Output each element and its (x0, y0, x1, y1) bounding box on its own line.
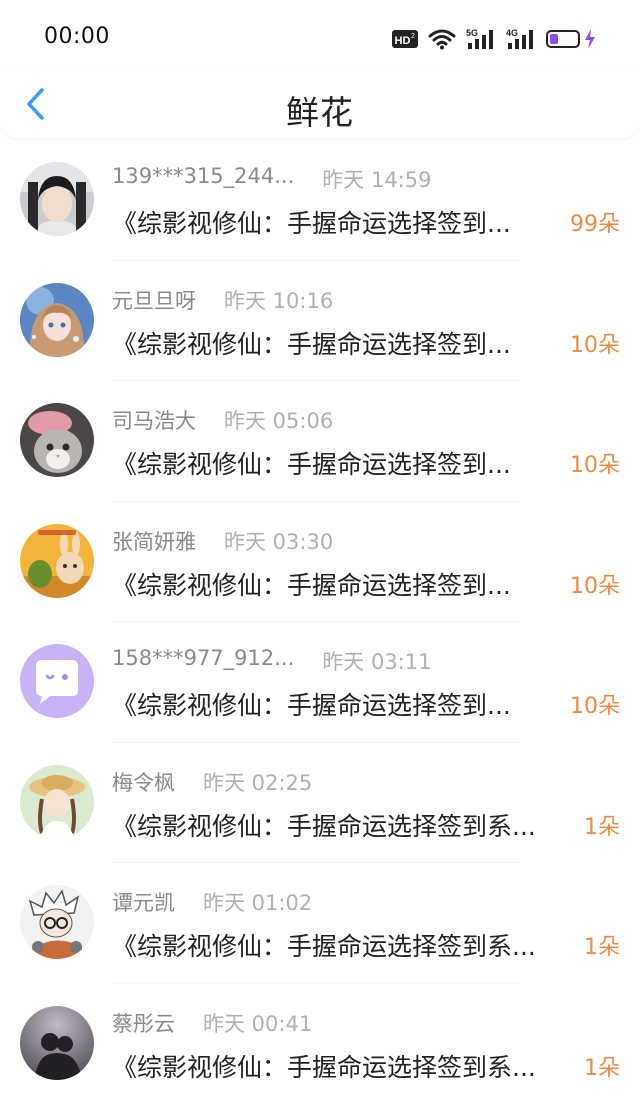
timestamp: 昨天 10:16 (224, 285, 333, 315)
flower-count: 10朵 (570, 447, 620, 479)
gift-description: 《综影视修仙：手握命运选择签到系... (112, 927, 536, 963)
avatar-couple-silhouette[interactable] (20, 1006, 94, 1080)
signal-4g-icon: 4G (506, 27, 536, 51)
avatar-girl-straw-hat[interactable] (20, 765, 94, 839)
svg-text:4G: 4G (506, 28, 518, 38)
svg-text:HD: HD (395, 35, 411, 47)
gift-description: 《综影视修仙：手握命运选择签到... (112, 325, 511, 361)
timestamp: 昨天 05:06 (224, 405, 333, 435)
page-title: 鲜花 (0, 86, 640, 134)
gift-description: 《综影视修仙：手握命运选择签到... (112, 445, 511, 481)
username[interactable]: 张简妍雅 (112, 526, 196, 556)
signal-5g-icon: 5G (466, 27, 496, 51)
timestamp: 昨天 14:59 (322, 164, 431, 194)
timestamp: 昨天 02:25 (203, 767, 312, 797)
timestamp: 昨天 00:41 (203, 1008, 312, 1038)
username[interactable]: 139***315_244... (112, 164, 294, 194)
username[interactable]: 梅令枫 (112, 767, 175, 797)
avatar-cat[interactable] (20, 403, 94, 477)
avatar-anime-girl[interactable] (20, 283, 94, 357)
username[interactable]: 蔡彤云 (112, 1008, 175, 1038)
gift-description: 《综影视修仙：手握命运选择签到... (112, 566, 511, 602)
flower-count: 99朵 (570, 206, 620, 238)
gift-description: 《综影视修仙：手握命运选择签到... (112, 686, 511, 722)
gift-description: 《综影视修仙：手握命运选择签到系... (112, 807, 536, 843)
list-item[interactable]: 158***977_912... 昨天 03:11 《综影视修仙：手握命运选择签… (0, 622, 640, 743)
username[interactable]: 158***977_912... (112, 646, 294, 676)
list-item[interactable]: 司马浩大 昨天 05:06 《综影视修仙：手握命运选择签到... 10朵 (0, 381, 640, 502)
flower-gift-list: 139***315_244... 昨天 14:59 《综影视修仙：手握命运选择签… (0, 140, 640, 1104)
avatar-cartoon-rabbit[interactable] (20, 524, 94, 598)
charging-bolt-icon (584, 29, 596, 49)
svg-text:2: 2 (411, 33, 415, 40)
list-item[interactable]: 张简妍雅 昨天 03:30 《综影视修仙：手握命运选择签到... 10朵 (0, 502, 640, 623)
svg-text:5G: 5G (466, 28, 478, 38)
gift-description: 《综影视修仙：手握命运选择签到... (112, 204, 511, 240)
avatar-chat-bubble-default[interactable] (20, 644, 94, 718)
timestamp: 昨天 01:02 (203, 887, 312, 917)
list-item[interactable]: 梅令枫 昨天 02:25 《综影视修仙：手握命运选择签到系... 1朵 (0, 743, 640, 864)
flower-count: 1朵 (584, 929, 620, 961)
flower-count: 10朵 (570, 688, 620, 720)
list-item[interactable]: 蔡彤云 昨天 00:41 《综影视修仙：手握命运选择签到系... 1朵 (0, 984, 640, 1104)
status-time: 00:00 (44, 24, 110, 49)
status-bar: 00:00 HD 2 5G (0, 0, 640, 76)
flower-count: 10朵 (570, 327, 620, 359)
gift-description: 《综影视修仙：手握命运选择签到系... (112, 1048, 536, 1084)
list-item[interactable]: 谭元凯 昨天 01:02 《综影视修仙：手握命运选择签到系... 1朵 (0, 863, 640, 984)
timestamp: 昨天 03:30 (224, 526, 333, 556)
flower-count: 10朵 (570, 568, 620, 600)
header: 鲜花 (0, 70, 640, 138)
status-icons: HD 2 5G 4G (392, 24, 596, 54)
flower-count: 1朵 (584, 809, 620, 841)
hd-icon: HD 2 (392, 29, 418, 49)
username[interactable]: 元旦旦呀 (112, 285, 196, 315)
avatar-cartoon-boy-glasses[interactable] (20, 885, 94, 959)
username[interactable]: 司马浩大 (112, 405, 196, 435)
username[interactable]: 谭元凯 (112, 887, 175, 917)
list-item[interactable]: 元旦旦呀 昨天 10:16 《综影视修仙：手握命运选择签到... 10朵 (0, 261, 640, 382)
avatar-man-ancient-costume[interactable] (20, 162, 94, 236)
wifi-icon (428, 28, 456, 50)
flower-count: 1朵 (584, 1050, 620, 1082)
timestamp: 昨天 03:11 (322, 646, 431, 676)
battery-icon (546, 29, 596, 49)
list-item[interactable]: 139***315_244... 昨天 14:59 《综影视修仙：手握命运选择签… (0, 140, 640, 261)
